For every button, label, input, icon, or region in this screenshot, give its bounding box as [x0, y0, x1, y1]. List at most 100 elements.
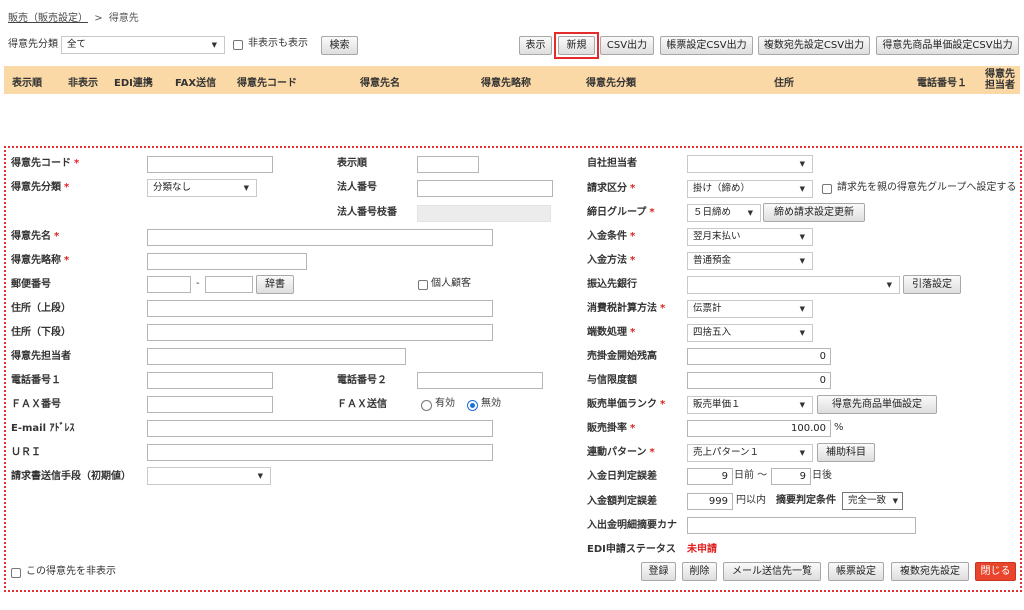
- percent-unit: %: [834, 422, 844, 433]
- fax-enabled-radio[interactable]: [421, 400, 432, 411]
- fax-send-label: ＦＡＸ送信: [337, 399, 387, 410]
- days-after-input[interactable]: 9: [771, 468, 811, 485]
- email-input[interactable]: [147, 420, 493, 437]
- column-header[interactable]: 非表示: [68, 74, 98, 89]
- customer-class-select[interactable]: 分類なし ▼: [147, 179, 257, 197]
- summary-condition-select[interactable]: 完全一致 ▼: [842, 492, 903, 510]
- payment-method-value: 普通預金: [693, 255, 732, 266]
- multi-destination-button[interactable]: 複数宛先設定: [891, 562, 969, 581]
- breadcrumb-parent-link[interactable]: 販売（販売設定）: [8, 13, 88, 24]
- price-rank-label: 販売単価ランク *: [587, 399, 666, 410]
- payment-terms-select[interactable]: 翌月末払い ▼: [687, 228, 813, 246]
- chevron-down-icon: ▼: [799, 401, 805, 409]
- ar-start-label: 売掛金開始残高: [587, 351, 657, 362]
- phone1-input[interactable]: [147, 372, 273, 389]
- link-pattern-select[interactable]: 売上パターン１ ▼: [687, 444, 813, 462]
- address1-input[interactable]: [147, 300, 493, 317]
- payment-method-select[interactable]: 普通預金 ▼: [687, 252, 813, 270]
- chevron-down-icon: ▼: [257, 472, 263, 480]
- billing-type-label: 請求区分 *: [587, 183, 636, 194]
- customer-class-filter-select[interactable]: 全て ▼: [61, 36, 225, 54]
- own-staff-label: 自社担当者: [587, 158, 637, 169]
- sales-rate-input[interactable]: 100.00: [687, 420, 831, 437]
- fax-disabled-radio[interactable]: [467, 400, 478, 411]
- invoice-method-select[interactable]: ▼: [147, 467, 271, 485]
- uri-label: ＵＲＩ: [11, 447, 41, 458]
- display-button[interactable]: 表示: [519, 36, 552, 55]
- closing-group-select[interactable]: ５日締め ▼: [687, 204, 761, 222]
- debit-setting-button[interactable]: 引落設定: [903, 275, 961, 294]
- chevron-down-icon: ▼: [243, 184, 249, 192]
- ar-start-input[interactable]: 0: [687, 348, 831, 365]
- customer-code-input[interactable]: [147, 156, 273, 173]
- fax-number-input[interactable]: [147, 396, 273, 413]
- corp-number-input[interactable]: [417, 180, 553, 197]
- sales-rate-label: 販売掛率 *: [587, 423, 636, 434]
- column-header[interactable]: 電話番号１: [917, 74, 967, 89]
- column-header[interactable]: 得意先コード: [237, 74, 297, 89]
- bank-label: 振込先銀行: [587, 279, 637, 290]
- billing-type-select[interactable]: 掛け（締め） ▼: [687, 180, 813, 198]
- price-settings-csv-button[interactable]: 得意先商品単価設定CSV出力: [876, 36, 1019, 55]
- delete-button[interactable]: 削除: [682, 562, 717, 581]
- kana-summary-input[interactable]: [687, 517, 916, 534]
- csv-export-button[interactable]: CSV出力: [600, 36, 654, 55]
- multi-destination-csv-button[interactable]: 複数宛先設定CSV出力: [758, 36, 870, 55]
- column-header[interactable]: 表示順: [12, 74, 42, 89]
- tax-calc-select[interactable]: 伝票計 ▼: [687, 300, 813, 318]
- postal-separator: -: [196, 278, 200, 289]
- customer-short-input[interactable]: [147, 253, 307, 270]
- rounding-select[interactable]: 四捨五入 ▼: [687, 324, 813, 342]
- individual-customer-checkbox[interactable]: [418, 280, 428, 290]
- form-settings-button[interactable]: 帳票設定: [828, 562, 884, 581]
- hide-customer-checkbox[interactable]: [11, 568, 21, 578]
- credit-limit-input[interactable]: 0: [687, 372, 831, 389]
- rounding-value: 四捨五入: [693, 327, 732, 338]
- dictionary-button[interactable]: 辞書: [256, 275, 294, 294]
- date-tolerance-label: 入金日判定誤差: [587, 471, 657, 482]
- register-button[interactable]: 登録: [641, 562, 676, 581]
- display-order-input[interactable]: [417, 156, 479, 173]
- days-before-input[interactable]: 9: [687, 468, 733, 485]
- chevron-down-icon: ▼: [747, 209, 753, 217]
- aux-subject-button[interactable]: 補助科目: [817, 443, 875, 462]
- column-header[interactable]: 得意先略称: [481, 74, 531, 89]
- postal-code-first-input[interactable]: [147, 276, 191, 293]
- column-header[interactable]: EDI連携: [114, 74, 153, 89]
- form-settings-csv-button[interactable]: 帳票設定CSV出力: [660, 36, 753, 55]
- breadcrumb-current: 得意先: [108, 13, 139, 24]
- address2-input[interactable]: [147, 324, 493, 341]
- show-hidden-label: 非表示も表示: [248, 38, 308, 49]
- edi-status-value: 未申請: [687, 544, 717, 555]
- price-rank-select[interactable]: 販売単価１ ▼: [687, 396, 813, 414]
- uri-input[interactable]: [147, 444, 493, 461]
- new-button[interactable]: 新規: [558, 36, 595, 55]
- phone2-input[interactable]: [417, 372, 543, 389]
- chevron-down-icon: ▼: [799, 233, 805, 241]
- show-hidden-checkbox[interactable]: [233, 40, 243, 50]
- search-button[interactable]: 検索: [321, 36, 358, 55]
- closing-update-button[interactable]: 締め請求設定更新: [763, 203, 865, 222]
- parent-group-checkbox[interactable]: [822, 184, 832, 194]
- summary-condition-label: 摘要判定条件: [776, 495, 836, 506]
- column-header[interactable]: 住所: [774, 74, 794, 89]
- customer-name-input[interactable]: [147, 229, 493, 246]
- amount-tolerance-input[interactable]: 999: [687, 493, 733, 510]
- bank-select[interactable]: ▼: [687, 276, 900, 294]
- column-header[interactable]: FAX送信: [175, 74, 216, 89]
- customer-contact-input[interactable]: [147, 348, 406, 365]
- close-button[interactable]: 閉じる: [975, 562, 1016, 581]
- mail-recipients-button[interactable]: メール送信先一覧: [723, 562, 821, 581]
- filter-label: 得意先分類: [8, 39, 58, 50]
- link-pattern-label: 連動パターン *: [587, 447, 655, 458]
- chevron-down-icon: ▼: [799, 305, 805, 313]
- customer-short-label: 得意先略称 *: [11, 255, 70, 266]
- customer-price-setting-button[interactable]: 得意先商品単価設定: [817, 395, 937, 414]
- own-staff-select[interactable]: ▼: [687, 155, 813, 173]
- postal-code-second-input[interactable]: [205, 276, 253, 293]
- column-header[interactable]: 得意先分類: [586, 74, 636, 89]
- corp-branch-input: [417, 205, 551, 222]
- amount-tolerance-suffix: 円以内: [736, 495, 766, 506]
- column-header[interactable]: 得意先名: [360, 74, 400, 89]
- column-header[interactable]: 得意先 担当者: [985, 69, 1015, 91]
